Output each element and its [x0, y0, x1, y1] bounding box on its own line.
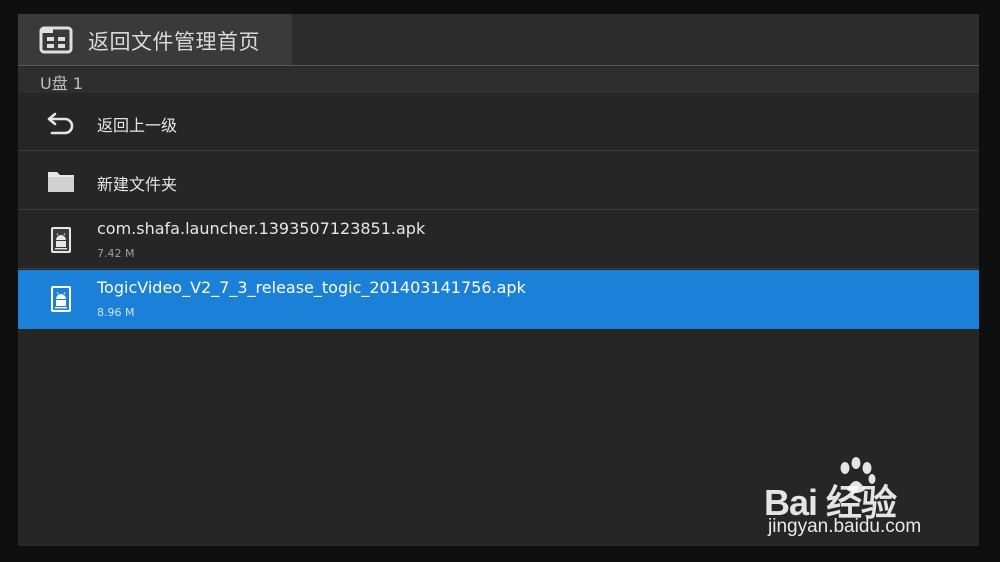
file-manager-icon	[39, 26, 73, 54]
file-name: com.shafa.launcher.1393507123851.apk	[97, 219, 426, 238]
android-apk-icon	[51, 227, 71, 253]
current-location: U盘 1	[18, 67, 979, 93]
file-manager-screen: 返回文件管理首页 U盘 1 返回上一级 新建文件夹 com.shafa.laun…	[18, 14, 979, 546]
file-size: 7.42 M	[97, 247, 135, 260]
new-folder-row[interactable]: 新建文件夹	[18, 152, 979, 210]
home-button-label: 返回文件管理首页	[88, 30, 260, 54]
back-arrow-icon	[47, 112, 74, 135]
go-up-row[interactable]: 返回上一级	[18, 93, 979, 151]
new-folder-label: 新建文件夹	[97, 175, 178, 194]
file-name: TogicVideo_V2_7_3_release_togic_20140314…	[97, 278, 526, 297]
go-up-label: 返回上一级	[97, 116, 178, 135]
location-label: U盘 1	[40, 74, 83, 93]
file-row-selected[interactable]: TogicVideo_V2_7_3_release_togic_20140314…	[18, 270, 979, 329]
android-apk-icon	[51, 286, 71, 312]
folder-icon	[48, 172, 74, 192]
file-row[interactable]: com.shafa.launcher.1393507123851.apk 7.4…	[18, 211, 979, 269]
header-bar: 返回文件管理首页	[18, 14, 979, 66]
file-manager-home-button[interactable]: 返回文件管理首页	[18, 14, 292, 65]
file-size: 8.96 M	[97, 306, 135, 319]
